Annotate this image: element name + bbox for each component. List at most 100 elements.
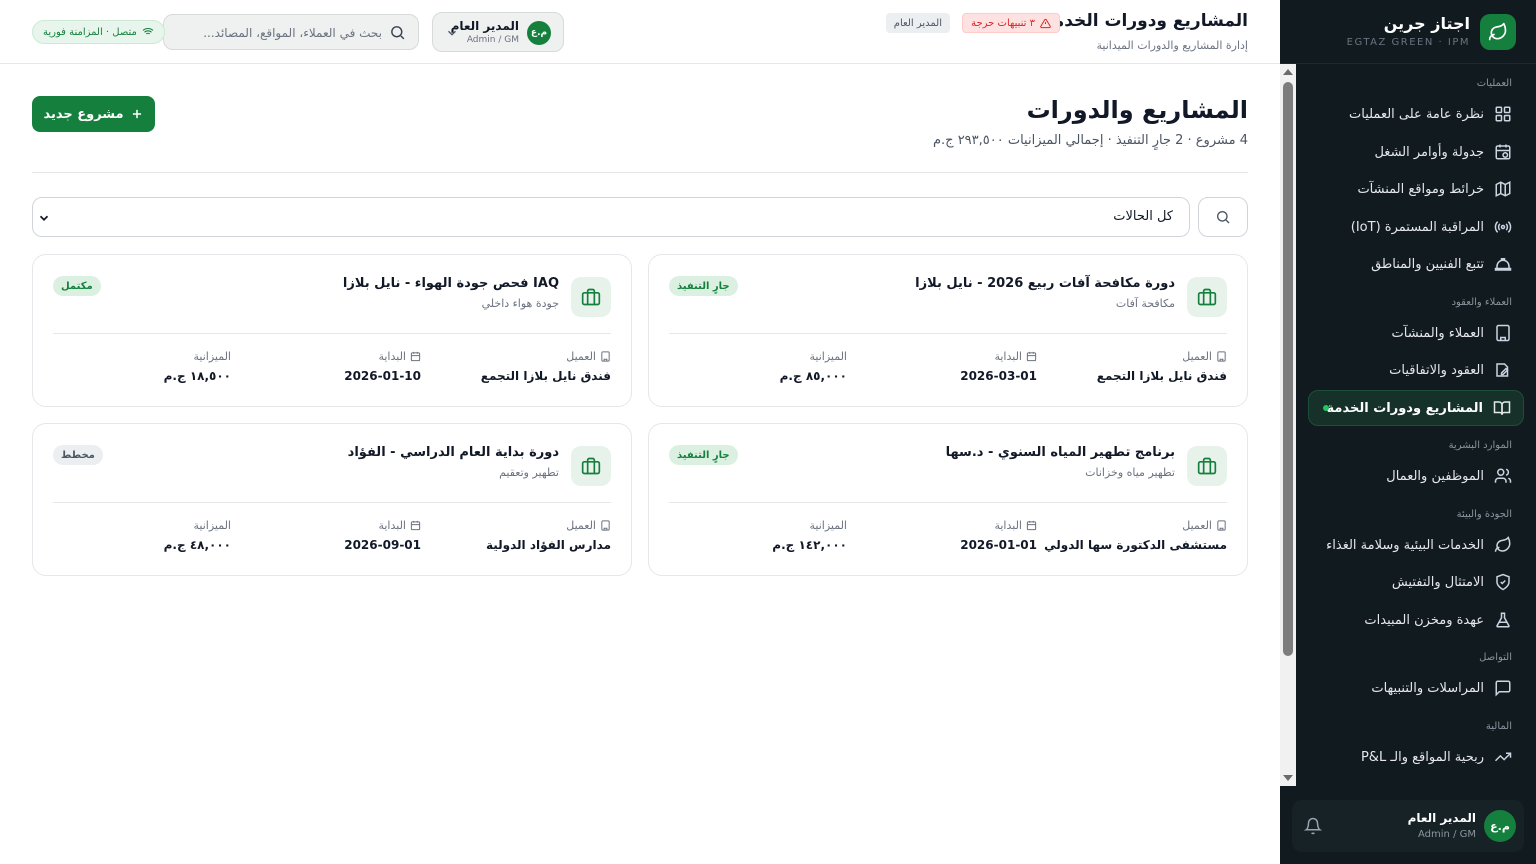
sidebar-item-contracts[interactable]: العقود والاتفاقيات	[1308, 352, 1524, 388]
client-value: فندق نايل بلازا التجمع	[480, 369, 611, 383]
project-card[interactable]: دورة بداية العام الدراسي - الفؤاد تطهير …	[32, 423, 632, 576]
section-label-quality: الجودة والبيئة	[1456, 509, 1512, 520]
alert-badge-label: ٣ تنبيهات حرجة	[971, 17, 1035, 29]
user-name: المدير العام	[1407, 811, 1476, 825]
leaf-logo-icon	[1480, 14, 1516, 50]
sidebar-nav: العمليات نظرة عامة على العمليات جدولة وأ…	[1280, 64, 1536, 786]
sidebar-item-compliance[interactable]: الامتثال والتفتيش	[1308, 564, 1524, 600]
budget-value: ٨٥,٠٠٠ ج.م	[779, 369, 847, 383]
budget-value: ١٤٢,٠٠٠ ج.م	[772, 538, 847, 552]
building-icon	[1494, 324, 1512, 342]
page-summary: 4 مشروع · 2 جارٍ التنفيذ · إجمالي الميزا…	[932, 133, 1248, 148]
card-divider	[669, 502, 1227, 503]
brand-name: اجتاز جرين	[1383, 14, 1470, 33]
budget-field: الميزانية ١٤٢,٠٠٠ ج.م	[772, 519, 847, 552]
project-title: دورة مكافحة آفات ربيع 2026 - نايل بلازا	[915, 276, 1175, 291]
user-name: المدير العام	[450, 19, 519, 33]
card-divider	[53, 502, 611, 503]
warning-triangle-icon	[1040, 18, 1051, 29]
page-title: المشاريع والدورات	[1026, 96, 1248, 124]
status-badge: مكتمل	[53, 276, 101, 296]
filter-search-button[interactable]	[1198, 197, 1248, 237]
sidebar-item-clients[interactable]: العملاء والمنشآت	[1308, 315, 1524, 351]
user-menu-button[interactable]: م.ع المدير العام Admin / GM	[432, 12, 564, 52]
sidebar-item-operations-overview[interactable]: نظرة عامة على العمليات	[1308, 96, 1524, 132]
scroll-down-arrow-icon[interactable]	[1283, 775, 1293, 781]
status-badge: جارٍ التنفيذ	[669, 276, 738, 296]
start-value: 2026-01-10	[344, 369, 421, 383]
budget-field: الميزانية ٨٥,٠٠٠ ج.م	[780, 350, 847, 383]
wifi-icon	[142, 26, 154, 38]
building-icon	[600, 520, 611, 531]
search-input[interactable]	[182, 23, 382, 43]
start-field: البداية 2026-01-10	[344, 350, 421, 383]
project-category: تطهير وتعقيم	[499, 466, 559, 479]
main-scrollbar[interactable]	[1280, 64, 1296, 786]
grid-icon	[1494, 105, 1512, 123]
users-icon	[1494, 467, 1512, 485]
sidebar-item-iot[interactable]: المراقبة المستمرة (IoT)	[1308, 209, 1524, 245]
sidebar-item-label: عهدة ومخزن المبيدات	[1364, 612, 1484, 628]
status-filter-select[interactable]: كل الحالات	[32, 197, 1190, 237]
scroll-up-arrow-icon[interactable]	[1283, 69, 1293, 75]
status-filter-value: كل الحالات	[1113, 209, 1173, 224]
client-value: مستشفى الدكتورة سها الدولي	[1044, 538, 1227, 552]
flask-icon	[1494, 611, 1512, 629]
sidebar-item-label: خرائط ومواقع المنشآت	[1357, 181, 1484, 197]
edit-document-icon	[1494, 361, 1512, 379]
budget-value: ٤٨,٠٠٠ ج.م	[163, 538, 231, 552]
start-label: البداية	[378, 350, 406, 363]
project-card[interactable]: برنامج تطهير المياه السنوي - د.سها تطهير…	[648, 423, 1248, 576]
sidebar-item-environmental[interactable]: الخدمات البيئية وسلامة الغذاء	[1308, 527, 1524, 563]
sidebar-user-card[interactable]: م.ع المدير العام Admin / GM	[1292, 800, 1524, 852]
global-search[interactable]	[163, 14, 419, 50]
client-field: العميل مدارس الفؤاد الدولية	[486, 519, 611, 552]
avatar: م.ع	[1484, 810, 1516, 842]
sidebar-item-maps[interactable]: خرائط ومواقع المنشآت	[1308, 171, 1524, 207]
bell-icon[interactable]	[1304, 817, 1322, 835]
main-content: المشاريع والدورات 4 مشروع · 2 جارٍ التنف…	[0, 64, 1280, 864]
project-card[interactable]: دورة مكافحة آفات ربيع 2026 - نايل بلازا …	[648, 254, 1248, 407]
project-category: جودة هواء داخلي	[481, 297, 559, 310]
start-value: 2026-03-01	[960, 369, 1037, 383]
budget-value: ١٨,٥٠٠ ج.م	[163, 369, 231, 383]
book-open-icon	[1493, 399, 1511, 417]
new-project-label: مشروع جديد	[43, 106, 124, 122]
briefcase-icon	[571, 446, 611, 486]
sidebar-item-scheduling[interactable]: جدولة وأوامر الشغل	[1308, 134, 1524, 170]
project-title: IAQ فحص جودة الهواء - نايل بلازا	[342, 276, 559, 291]
critical-alerts-badge[interactable]: ٣ تنبيهات حرجة	[962, 13, 1060, 33]
project-title: دورة بداية العام الدراسي - الفؤاد	[347, 445, 559, 460]
sidebar-item-label: العقود والاتفاقيات	[1389, 362, 1484, 378]
sidebar-item-label: تتبع الفنيين والمناطق	[1371, 256, 1484, 272]
client-field: العميل فندق نايل بلازا التجمع	[1097, 350, 1227, 383]
start-field: البداية 2026-01-01	[960, 519, 1037, 552]
leaf-icon	[1494, 536, 1512, 554]
card-divider	[669, 333, 1227, 334]
sidebar-item-label: المشاريع ودورات الخدمة	[1326, 400, 1483, 416]
project-card[interactable]: IAQ فحص جودة الهواء - نايل بلازا جودة هو…	[32, 254, 632, 407]
section-label-hr: الموارد البشرية	[1448, 440, 1512, 451]
scroll-thumb[interactable]	[1283, 82, 1293, 656]
new-project-button[interactable]: مشروع جديد	[32, 96, 155, 132]
divider	[32, 172, 1248, 173]
plus-icon	[130, 107, 144, 121]
section-label-communication: التواصل	[1479, 652, 1512, 663]
header-title: المشاريع ودورات الخدمة	[1043, 11, 1248, 31]
sidebar-item-projects[interactable]: المشاريع ودورات الخدمة	[1308, 390, 1524, 426]
client-field: العميل مستشفى الدكتورة سها الدولي	[1044, 519, 1227, 552]
sidebar-item-label: ربحية المواقع والـ P&L	[1360, 749, 1484, 765]
budget-label: الميزانية	[193, 350, 232, 363]
sidebar-item-profitability[interactable]: ربحية المواقع والـ P&L	[1308, 739, 1524, 775]
sidebar-item-label: المراقبة المستمرة (IoT)	[1350, 219, 1484, 235]
search-icon	[389, 24, 406, 41]
briefcase-icon	[1187, 277, 1227, 317]
sidebar-item-pesticides[interactable]: عهدة ومخزن المبيدات	[1308, 602, 1524, 638]
sidebar-item-technicians[interactable]: تتبع الفنيين والمناطق	[1308, 246, 1524, 282]
message-icon	[1494, 679, 1512, 697]
avatar: م.ع	[527, 21, 551, 45]
calendar-icon	[1026, 520, 1037, 531]
sidebar-item-label: الامتثال والتفتيش	[1391, 574, 1484, 590]
sidebar-item-messages[interactable]: المراسلات والتنبيهات	[1308, 670, 1524, 706]
sidebar-item-employees[interactable]: الموظفين والعمال	[1308, 458, 1524, 494]
